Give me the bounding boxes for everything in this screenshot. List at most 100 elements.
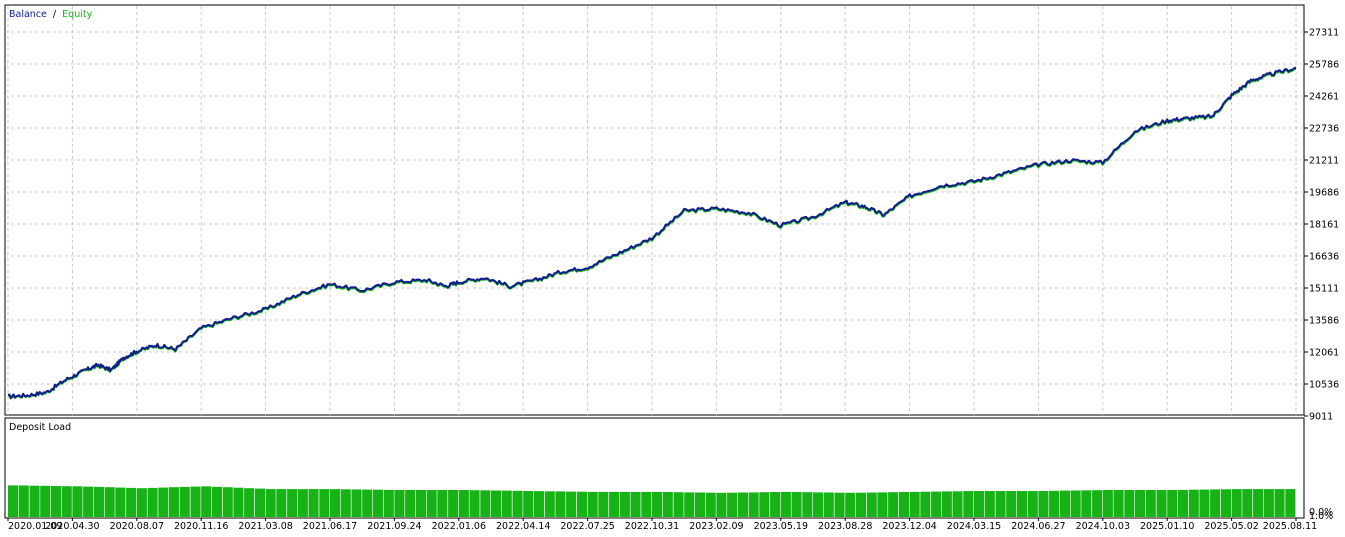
deposit-load-bar: [888, 492, 899, 517]
deposit-load-bar: [974, 491, 985, 517]
deposit-load-bar: [83, 486, 94, 517]
deposit-load-bar: [523, 491, 534, 517]
deposit-load-bar: [40, 485, 51, 517]
y-tick-label: 15111: [1309, 284, 1339, 295]
deposit-load-bar: [136, 488, 147, 517]
load-axis-ticks: 1.0%0.0%: [1309, 507, 1333, 522]
deposit-load-bar: [834, 492, 845, 517]
deposit-load-bar: [50, 486, 61, 517]
deposit-load-bar: [276, 489, 287, 517]
x-tick-label: 2023.05.19: [754, 521, 808, 532]
deposit-load-bar: [813, 492, 824, 517]
x-tick-label: 2023.02.09: [689, 521, 743, 532]
deposit-load-bar: [855, 492, 866, 517]
deposit-load-bar: [963, 491, 974, 517]
deposit-load-bar: [694, 492, 705, 517]
deposit-load-bar: [211, 486, 222, 517]
deposit-load-bar: [1113, 490, 1124, 517]
deposit-load-bar: [770, 492, 781, 517]
x-tick-label: 2022.04.14: [496, 521, 550, 532]
deposit-load-bar: [458, 490, 469, 517]
x-tick-label: 2025.05.02: [1204, 521, 1258, 532]
deposit-load-bar: [952, 491, 963, 517]
load-tick-label: 0.0%: [1309, 507, 1333, 518]
x-tick-label: 2021.06.17: [303, 521, 357, 532]
deposit-load-bar: [641, 491, 652, 517]
x-axis-ticks: 2020.01.092020.04.30 2020.08.07 2020.11.16…: [7, 518, 1317, 532]
deposit-load-bar: [415, 490, 426, 517]
deposit-load-title: Deposit Load: [9, 422, 71, 433]
deposit-load-bar: [684, 492, 695, 517]
deposit-load-bar: [1059, 490, 1070, 517]
deposit-load-bar: [394, 490, 405, 517]
deposit-load-bar: [802, 492, 813, 517]
deposit-load-bar: [673, 492, 684, 517]
deposit-load-bar: [1253, 489, 1264, 517]
deposit-load-bar: [297, 489, 308, 517]
deposit-load-bar: [845, 492, 856, 517]
deposit-load-bar: [480, 490, 491, 517]
deposit-load-bar: [1049, 490, 1060, 517]
y-tick-label: 22736: [1309, 124, 1339, 135]
deposit-load-bar: [72, 486, 83, 517]
deposit-load-bar: [308, 489, 319, 517]
y-tick-label: 9011: [1309, 412, 1333, 423]
deposit-load-bar: [340, 489, 351, 517]
deposit-load-bar: [1274, 489, 1285, 517]
deposit-load-bar: [931, 491, 942, 517]
deposit-load-bar: [244, 488, 255, 517]
deposit-load-bar: [469, 490, 480, 517]
deposit-load-bar: [630, 491, 641, 517]
x-tick-label: 2022.01.06: [432, 521, 486, 532]
deposit-load-bar: [115, 487, 126, 517]
y-tick-label: 19686: [1309, 188, 1339, 199]
y-tick-label: 13586: [1309, 316, 1339, 327]
deposit-load-bar: [265, 489, 276, 517]
legend-equity: Equity: [62, 9, 92, 20]
deposit-load-bar: [984, 491, 995, 517]
deposit-load-bar: [448, 490, 459, 517]
deposit-load-bar: [93, 486, 104, 517]
deposit-load-bar: [587, 491, 598, 517]
deposit-load-bar: [1135, 490, 1146, 517]
deposit-load-bar: [1167, 490, 1178, 517]
x-tick-label: 2024.03.15: [947, 521, 1001, 532]
deposit-load-bar: [1177, 489, 1188, 517]
x-tick-label: 2025.01.10: [1140, 521, 1194, 532]
deposit-load-bar: [823, 492, 834, 517]
deposit-load-bar: [1006, 491, 1017, 517]
deposit-load-bar: [877, 492, 888, 517]
deposit-load-bar: [619, 491, 630, 517]
x-tick-label: 2023.08.28: [818, 521, 872, 532]
x-tick-label: 2025.08.11: [1263, 521, 1317, 532]
deposit-load-bar: [1210, 489, 1221, 517]
deposit-load-bar: [319, 489, 330, 517]
deposit-load-bar: [222, 487, 233, 517]
deposit-load-bar: [941, 491, 952, 517]
x-tick-label: 2023.12.04: [882, 521, 936, 532]
deposit-load-bar: [727, 492, 738, 517]
deposit-load-bar: [566, 491, 577, 517]
y-tick-label: 27311: [1309, 28, 1339, 39]
deposit-load-bar: [362, 489, 373, 517]
deposit-load-bar: [254, 488, 265, 517]
deposit-load-bar: [705, 492, 716, 517]
x-tick-label: 2021.03.08: [238, 521, 292, 532]
deposit-load-bar: [662, 492, 673, 517]
deposit-load-bar: [126, 487, 137, 517]
deposit-load-bar: [866, 492, 877, 517]
deposit-load-bar: [1199, 489, 1210, 517]
deposit-load-bar: [351, 489, 362, 517]
x-tick-label: 2021.09.24: [367, 521, 421, 532]
deposit-load-bar: [426, 490, 437, 517]
deposit-load-bar: [1145, 490, 1156, 517]
deposit-load-bar: [179, 486, 190, 517]
deposit-load-bar: [609, 491, 620, 517]
y-tick-label: 25786: [1309, 60, 1339, 71]
x-tick-label: 2020.08.07: [110, 521, 164, 532]
deposit-load-bar: [104, 487, 115, 517]
balance-equity-panel: 27311 25786 24261 22736 21211 19686 18161 16636…: [4, 4, 1339, 423]
deposit-load-bar: [748, 492, 759, 517]
deposit-load-bar: [1070, 490, 1081, 517]
y-tick-label: 10536: [1309, 380, 1339, 391]
